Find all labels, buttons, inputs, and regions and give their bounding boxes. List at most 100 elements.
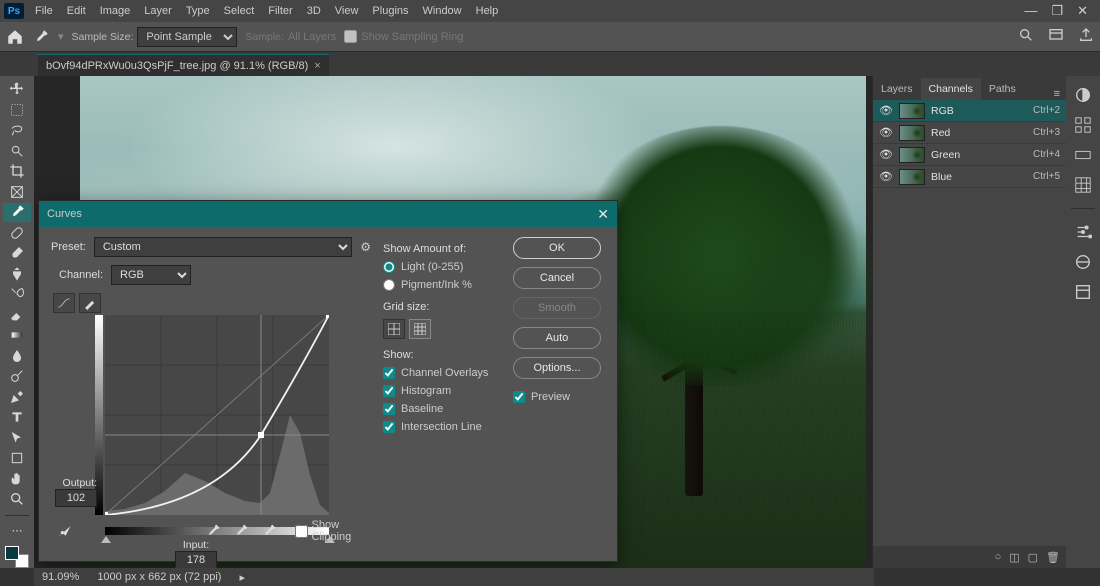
document-tab[interactable]: bOvf94dPRxWu0u3QsPjF_tree.jpg @ 91.1% (R… (38, 54, 329, 76)
chevron-right-icon[interactable]: ▸ (239, 571, 245, 584)
window-minimize-icon[interactable]: — (1024, 3, 1037, 19)
menu-layer[interactable]: Layer (137, 0, 179, 22)
lasso-tool-icon[interactable] (3, 121, 31, 140)
menu-window[interactable]: Window (416, 0, 469, 22)
adjustments-panel-icon[interactable] (1074, 223, 1092, 241)
libraries-panel-icon[interactable] (1074, 283, 1092, 301)
swatches-panel-icon[interactable] (1074, 116, 1092, 134)
tab-channels[interactable]: Channels (921, 78, 981, 100)
close-icon[interactable]: ✕ (597, 206, 609, 223)
channel-row-blue[interactable]: 👁 Blue Ctrl+5 (873, 166, 1066, 188)
doc-dimensions[interactable]: 1000 px x 662 px (72 ppi) (97, 571, 221, 583)
eraser-tool-icon[interactable] (3, 306, 31, 325)
window-restore-icon[interactable]: ❐ (1051, 3, 1063, 19)
zoom-tool-icon[interactable] (3, 490, 31, 509)
home-icon[interactable] (6, 28, 24, 46)
channel-select[interactable]: RGB (111, 265, 191, 285)
clone-tool-icon[interactable] (3, 265, 31, 284)
baseline-checkbox[interactable] (383, 403, 395, 415)
history-brush-tool-icon[interactable] (3, 285, 31, 304)
gear-icon[interactable]: ⚙ (360, 240, 371, 254)
curve-point-tool-icon[interactable] (53, 293, 75, 313)
type-tool-icon[interactable] (3, 408, 31, 427)
input-field[interactable] (175, 551, 217, 568)
on-image-adjust-icon[interactable] (55, 522, 73, 540)
amount-pigment-radio[interactable] (383, 279, 395, 291)
patterns-panel-icon[interactable] (1074, 176, 1092, 194)
dodge-tool-icon[interactable] (3, 367, 31, 386)
gradient-tool-icon[interactable] (3, 326, 31, 345)
channel-row-red[interactable]: 👁 Red Ctrl+3 (873, 122, 1066, 144)
tab-layers[interactable]: Layers (873, 78, 921, 100)
visibility-icon[interactable]: 👁 (879, 148, 893, 161)
dialog-titlebar[interactable]: Curves ✕ (39, 201, 617, 227)
hand-tool-icon[interactable] (3, 470, 31, 489)
preset-select[interactable]: Custom (94, 237, 352, 257)
canvas-area[interactable]: Curves ✕ Preset: Custom ⚙ Channel: RGB (34, 76, 872, 568)
brush-tool-icon[interactable] (3, 244, 31, 263)
options-button[interactable]: Options... (513, 357, 601, 379)
pen-tool-icon[interactable] (3, 388, 31, 407)
marquee-tool-icon[interactable] (3, 101, 31, 120)
menu-plugins[interactable]: Plugins (365, 0, 415, 22)
overlays-checkbox[interactable] (383, 367, 395, 379)
gray-eyedropper-icon[interactable] (231, 522, 251, 540)
search-icon[interactable] (1018, 27, 1034, 46)
shape-tool-icon[interactable] (3, 449, 31, 468)
visibility-icon[interactable]: 👁 (879, 104, 893, 117)
ok-button[interactable]: OK (513, 237, 601, 259)
styles-panel-icon[interactable] (1074, 253, 1092, 271)
fg-swatch[interactable] (5, 546, 19, 560)
menu-3d[interactable]: 3D (300, 0, 328, 22)
load-selection-icon[interactable]: ◫ (1009, 551, 1019, 564)
frame-tool-icon[interactable] (3, 183, 31, 202)
eyedropper-tool-icon[interactable] (3, 203, 31, 222)
save-selection-icon[interactable]: ○ (995, 551, 1002, 563)
menu-file[interactable]: File (28, 0, 60, 22)
gradients-panel-icon[interactable] (1074, 146, 1092, 164)
intersection-checkbox[interactable] (383, 421, 395, 433)
cancel-button[interactable]: Cancel (513, 267, 601, 289)
auto-button[interactable]: Auto (513, 327, 601, 349)
visibility-icon[interactable]: 👁 (879, 126, 893, 139)
curve-draw-tool-icon[interactable] (79, 293, 101, 313)
grid-coarse-icon[interactable] (383, 319, 405, 339)
panel-menu-icon[interactable]: ≡ (1048, 88, 1066, 100)
close-icon[interactable]: × (314, 60, 320, 72)
tab-paths[interactable]: Paths (981, 78, 1024, 100)
eyedropper-icon[interactable] (32, 28, 50, 46)
white-eyedropper-icon[interactable] (259, 522, 279, 540)
grid-fine-icon[interactable] (409, 319, 431, 339)
healing-tool-icon[interactable] (3, 224, 31, 243)
delete-channel-icon[interactable]: 🗑 (1046, 551, 1060, 564)
quick-select-tool-icon[interactable] (3, 142, 31, 161)
color-panel-icon[interactable] (1074, 86, 1092, 104)
show-clipping-checkbox[interactable] (295, 525, 308, 538)
menu-select[interactable]: Select (217, 0, 262, 22)
workspace-icon[interactable] (1048, 27, 1064, 46)
histogram-checkbox[interactable] (383, 385, 395, 397)
menu-help[interactable]: Help (469, 0, 506, 22)
menu-filter[interactable]: Filter (261, 0, 299, 22)
sample-size-select[interactable]: Point Sample (137, 27, 237, 47)
channel-row-rgb[interactable]: 👁 RGB Ctrl+2 (873, 100, 1066, 122)
new-channel-icon[interactable]: ▢ (1028, 551, 1038, 564)
curves-graph[interactable]: Output: Input: (105, 315, 339, 525)
preview-checkbox[interactable] (513, 391, 525, 403)
edit-toolbar-icon[interactable]: ⋯ (3, 521, 31, 540)
black-eyedropper-icon[interactable] (203, 522, 223, 540)
menu-view[interactable]: View (328, 0, 366, 22)
menu-type[interactable]: Type (179, 0, 217, 22)
window-close-icon[interactable]: ✕ (1077, 3, 1088, 19)
move-tool-icon[interactable] (3, 80, 31, 99)
amount-light-radio[interactable] (383, 261, 395, 273)
share-icon[interactable] (1078, 27, 1094, 46)
crop-tool-icon[interactable] (3, 162, 31, 181)
output-field[interactable] (55, 489, 97, 507)
smooth-button[interactable]: Smooth (513, 297, 601, 319)
show-sampling-ring-checkbox[interactable] (344, 30, 357, 43)
path-select-tool-icon[interactable] (3, 429, 31, 448)
blur-tool-icon[interactable] (3, 347, 31, 366)
menu-image[interactable]: Image (93, 0, 138, 22)
visibility-icon[interactable]: 👁 (879, 170, 893, 183)
